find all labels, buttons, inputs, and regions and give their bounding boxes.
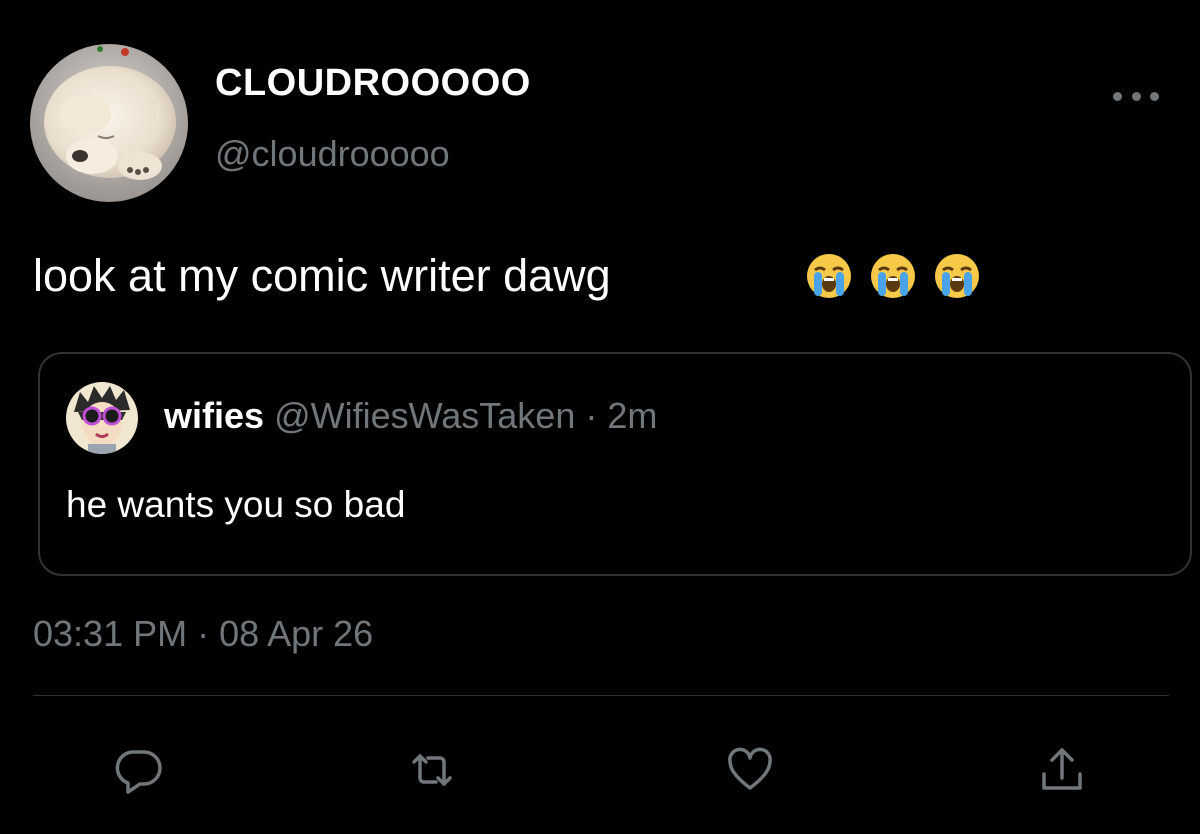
author-avatar[interactable] — [30, 44, 188, 202]
more-options-icon[interactable] — [1113, 84, 1159, 108]
tweet-timestamp[interactable]: 03:31 PM · 08 Apr 26 — [33, 612, 373, 656]
share-icon — [1042, 748, 1082, 790]
tweet-text: look at my comic writer dawg — [33, 250, 611, 301]
quoted-tweet-text: he wants you so bad — [66, 484, 406, 525]
loudly-crying-face-emoji — [871, 254, 915, 298]
like-icon — [728, 747, 772, 790]
retweet-icon — [412, 754, 452, 786]
dot — [1150, 91, 1159, 101]
tweet-detail: CLOUDROOOOO @cloudrooooo look at my comi… — [0, 0, 1200, 834]
retweet-button[interactable] — [402, 740, 462, 800]
dot — [1113, 91, 1122, 101]
author-display-name[interactable]: CLOUDROOOOO — [215, 60, 531, 106]
cartoon-character-avatar-image — [66, 382, 138, 454]
quoted-meta: @WifiesWasTaken · 2m — [274, 395, 658, 436]
share-button[interactable] — [1032, 740, 1092, 800]
quoted-display-name[interactable]: wifies — [164, 395, 264, 436]
action-bar — [0, 740, 1200, 800]
author-handle[interactable]: @cloudrooooo — [215, 132, 450, 176]
quoted-author-avatar[interactable] — [66, 382, 138, 454]
reply-button[interactable] — [108, 740, 168, 800]
reply-icon — [115, 750, 162, 794]
divider — [33, 695, 1169, 696]
loudly-crying-face-emoji — [935, 254, 979, 298]
quoted-tweet-card[interactable]: wifies @WifiesWasTaken · 2m he wants you… — [38, 352, 1192, 576]
emoji-row — [805, 252, 981, 300]
quoted-header: wifies @WifiesWasTaken · 2m — [164, 394, 657, 438]
fluffy-puppy-avatar-image — [30, 44, 188, 202]
like-button[interactable] — [720, 740, 780, 800]
dot — [1131, 91, 1141, 101]
loudly-crying-face-emoji — [807, 254, 851, 298]
